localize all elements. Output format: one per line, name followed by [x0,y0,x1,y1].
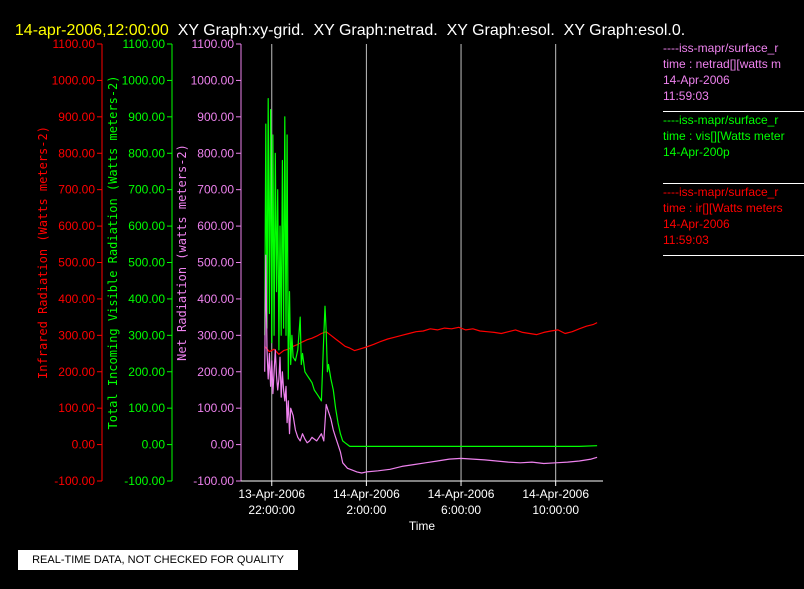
y-axis-0-tick-label-100: 100.00 [58,401,95,415]
y-axis-0-tick-label-900: 900.00 [58,110,95,124]
y-axis-1-tick-label-900: 900.00 [128,110,165,124]
legend-rule-ir [663,255,804,256]
y-axis-0-tick-label-0: 0.00 [72,438,96,452]
legend-rules [663,40,804,260]
series-vis-line [264,98,598,447]
y-axis-2-tick-label-100: 100.00 [197,401,234,415]
y-axis-2-tick-label-200: 200.00 [197,365,234,379]
y-axis-0-tick-label-300: 300.00 [58,328,95,342]
series-ir-line [264,322,598,355]
y-axis-2-label: Net Radiation (watts meters-2) [175,144,189,361]
title-graph-list: XY Graph:xy-grid. XY Graph:netrad. XY Gr… [177,22,686,39]
x-tick-label-time-2: 6:00:00 [441,503,481,517]
y-axis-2-tick-label-300: 300.00 [197,328,234,342]
y-axis-1-label: Total Incoming Visible Radiation (Watts … [106,75,120,429]
y-axis-1-tick-label-500: 500.00 [128,256,165,270]
y-axis-1-tick-label-800: 800.00 [128,146,165,160]
x-tick-label-date-2: 14-Apr-2006 [428,487,495,501]
y-axis-0-tick-label-200: 200.00 [58,365,95,379]
x-tick-label-time-1: 2:00:00 [346,503,386,517]
y-axis-0-tick-label-1000: 1000.00 [52,73,96,87]
y-axis-1-tick-label-1000: 1000.00 [122,73,166,87]
x-tick-label-time-3: 10:00:00 [532,503,579,517]
y-axis-0-tick-label-800: 800.00 [58,146,95,160]
title-date-time: 14-apr-2006,12:00:00 [14,22,169,39]
y-axis-0-tick-label--100: -100.00 [54,474,95,488]
x-tick-label-date-0: 13-Apr-2006 [238,487,305,501]
graph-title: 14-apr-2006,12:00:00 XY Graph:xy-grid. X… [6,4,685,40]
y-axis-2-tick-label-500: 500.00 [197,256,234,270]
y-axis-2-tick-label-1000: 1000.00 [191,73,235,87]
y-axis-2-tick-label-600: 600.00 [197,219,234,233]
x-tick-label-date-3: 14-Apr-2006 [522,487,589,501]
quality-notice: REAL-TIME DATA, NOT CHECKED FOR QUALITY [18,550,298,570]
y-axis-2-tick-label-800: 800.00 [197,146,234,160]
y-axis-1-tick-label-0: 0.00 [142,438,166,452]
y-axis-2-tick-label--100: -100.00 [193,474,234,488]
y-axis-1-tick-label-200: 200.00 [128,365,165,379]
y-axis-0-tick-label-600: 600.00 [58,219,95,233]
series-netrad-line [264,254,598,474]
y-axis-0-tick-label-500: 500.00 [58,256,95,270]
y-axis-1-tick-label-300: 300.00 [128,328,165,342]
y-axis-1-tick-label-100: 100.00 [128,401,165,415]
y-axis-0-label: Infrared Radiation (Watts meters-2) [36,126,50,379]
legend-rule-vis [663,183,804,184]
y-axis-1-tick-label-600: 600.00 [128,219,165,233]
y-axis-0-tick-label-700: 700.00 [58,183,95,197]
y-axis-0-tick-label-400: 400.00 [58,292,95,306]
x-tick-label-date-1: 14-Apr-2006 [333,487,400,501]
legend-rule-netrad [663,111,804,112]
y-axis-2-tick-label-400: 400.00 [197,292,234,306]
x-tick-label-time-0: 22:00:00 [248,503,295,517]
y-axis-1-tick-label-700: 700.00 [128,183,165,197]
y-axis-2-tick-label-700: 700.00 [197,183,234,197]
y-axis-2-tick-label-0: 0.00 [211,438,235,452]
y-axis-1-tick-label--100: -100.00 [124,474,165,488]
y-axis-1-tick-label-400: 400.00 [128,292,165,306]
y-axis-2-tick-label-900: 900.00 [197,110,234,124]
x-axis-label: Time [409,519,436,533]
